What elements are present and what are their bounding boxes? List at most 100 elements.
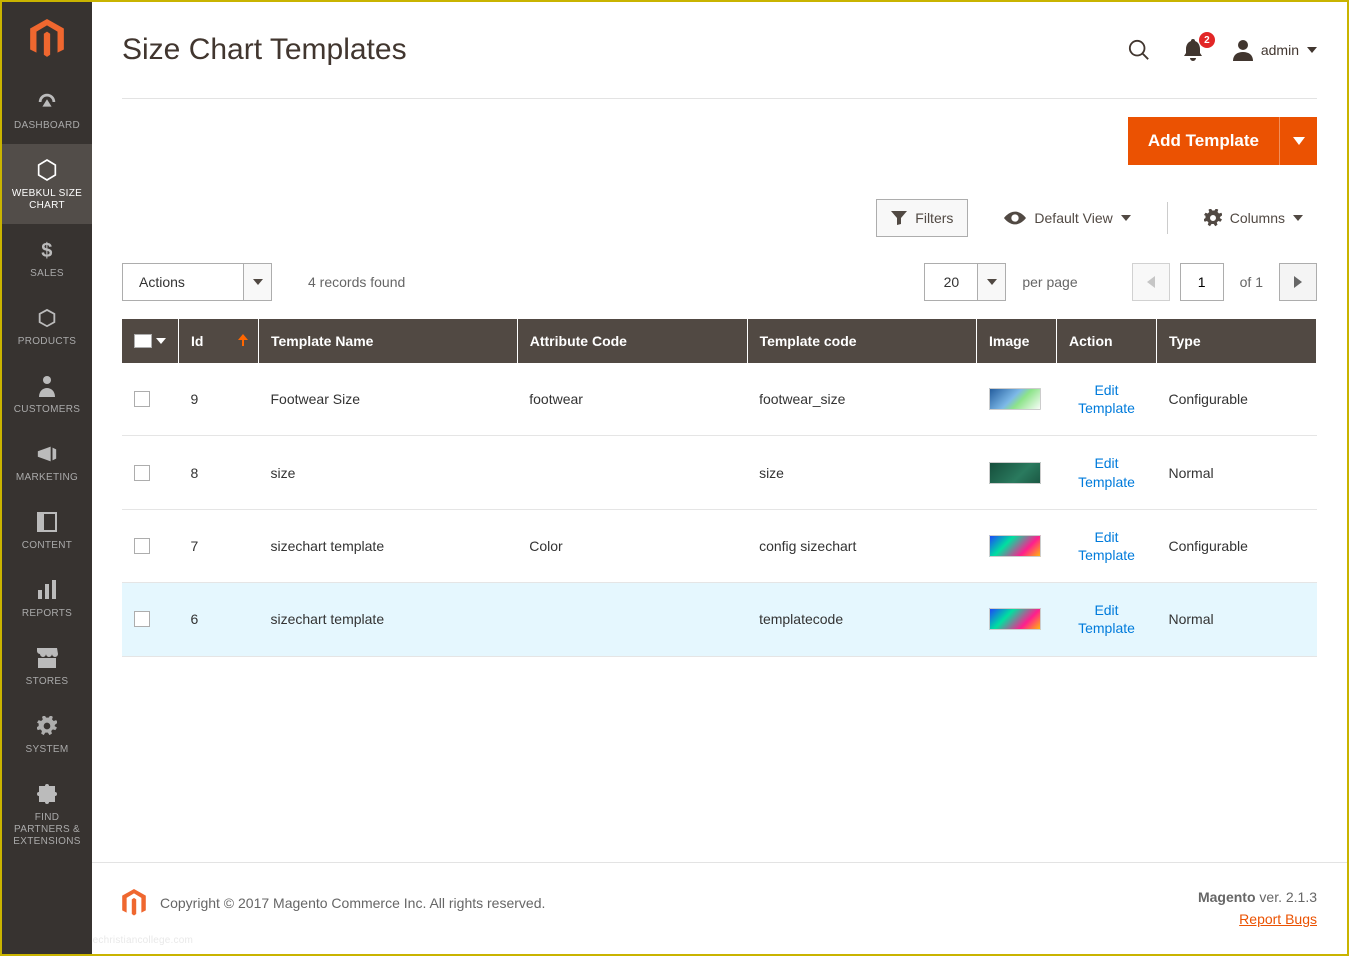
bar-chart-icon xyxy=(37,578,57,602)
main-content: Size Chart Templates 2 admin Ad xyxy=(92,2,1347,862)
nav-label: SALES xyxy=(30,268,64,280)
page-title: Size Chart Templates xyxy=(122,33,1125,67)
nav-customers[interactable]: CUSTOMERS xyxy=(2,360,92,428)
nav-label: DASHBOARD xyxy=(14,120,80,132)
dollar-icon: $ xyxy=(40,238,54,262)
edit-template-link[interactable]: Edit Template xyxy=(1069,381,1145,417)
pagination: 20 per page of 1 xyxy=(924,263,1317,301)
funnel-icon xyxy=(891,211,907,225)
thumbnail-image xyxy=(989,388,1041,410)
nav-webkul-size-chart[interactable]: WEBKUL SIZE CHART xyxy=(2,144,92,224)
row-checkbox[interactable] xyxy=(134,611,150,627)
nav-label: WEBKUL SIZE CHART xyxy=(6,188,88,212)
thumbnail-image xyxy=(989,535,1041,557)
edit-template-link[interactable]: Edit Template xyxy=(1069,454,1145,490)
page-size-value: 20 xyxy=(924,263,978,301)
grid-body: 9 Footwear Size footwear footwear_size E… xyxy=(122,363,1317,656)
chevron-right-icon xyxy=(1294,276,1302,288)
col-attribute-code[interactable]: Attribute Code xyxy=(517,319,747,363)
svg-text:$: $ xyxy=(41,240,52,261)
page-footer: Copyright © 2017 Magento Commerce Inc. A… xyxy=(92,862,1347,937)
row-checkbox[interactable] xyxy=(134,465,150,481)
nav-find-partners[interactable]: FIND PARTNERS & EXTENSIONS xyxy=(2,768,92,860)
grid-controls: Actions 4 records found 20 per page of 1 xyxy=(122,263,1317,319)
row-checkbox[interactable] xyxy=(134,538,150,554)
nav-system[interactable]: SYSTEM xyxy=(2,700,92,768)
cell-type: Normal xyxy=(1157,436,1317,509)
col-select[interactable] xyxy=(122,319,179,363)
nav-marketing[interactable]: MARKETING xyxy=(2,428,92,496)
mass-actions-label: Actions xyxy=(123,264,243,300)
col-template-name[interactable]: Template Name xyxy=(259,319,518,363)
edit-template-link[interactable]: Edit Template xyxy=(1069,528,1145,564)
cell-name: size xyxy=(259,436,518,509)
page-size-caret xyxy=(978,263,1006,301)
next-page-button[interactable] xyxy=(1279,263,1317,301)
per-page-label: per page xyxy=(1022,274,1077,290)
notifications-badge: 2 xyxy=(1199,32,1215,48)
prev-page-button[interactable] xyxy=(1132,263,1170,301)
cell-id: 6 xyxy=(179,583,259,656)
cell-name: sizechart template xyxy=(259,583,518,656)
toolbar-divider xyxy=(1167,202,1168,234)
col-image[interactable]: Image xyxy=(977,319,1057,363)
cell-attr xyxy=(517,436,747,509)
cell-attr xyxy=(517,583,747,656)
chevron-down-icon xyxy=(1293,213,1303,223)
sort-asc-icon xyxy=(238,333,248,349)
notifications-button[interactable]: 2 xyxy=(1179,36,1207,64)
page-header: Size Chart Templates 2 admin xyxy=(122,2,1317,98)
user-menu[interactable]: admin xyxy=(1233,39,1317,61)
magento-logo[interactable] xyxy=(2,2,92,76)
table-row[interactable]: 6 sizechart template templatecode Edit T… xyxy=(122,583,1317,656)
nav-reports[interactable]: REPORTS xyxy=(2,564,92,632)
col-id[interactable]: Id xyxy=(179,319,259,363)
cell-type: Configurable xyxy=(1157,363,1317,436)
megaphone-icon xyxy=(36,442,58,466)
table-row[interactable]: 8 size size Edit Template Normal xyxy=(122,436,1317,509)
chevron-down-icon xyxy=(987,279,997,285)
col-template-code[interactable]: Template code xyxy=(747,319,976,363)
page-size-select[interactable]: 20 xyxy=(924,263,1006,301)
filters-label: Filters xyxy=(915,210,953,226)
default-view-button[interactable]: Default View xyxy=(990,199,1144,237)
default-view-label: Default View xyxy=(1034,210,1112,226)
nav-sales[interactable]: $ SALES xyxy=(2,224,92,292)
chevron-down-icon xyxy=(253,279,263,285)
add-template-dropdown[interactable] xyxy=(1279,117,1317,165)
nav-label: FIND PARTNERS & EXTENSIONS xyxy=(6,812,88,848)
nav-products[interactable]: PRODUCTS xyxy=(2,292,92,360)
nav-stores[interactable]: STORES xyxy=(2,632,92,700)
col-type[interactable]: Type xyxy=(1157,319,1317,363)
nav-dashboard[interactable]: DASHBOARD xyxy=(2,76,92,144)
cell-code: config sizechart xyxy=(747,509,976,582)
table-row[interactable]: 7 sizechart template Color config sizech… xyxy=(122,509,1317,582)
cell-code: size xyxy=(747,436,976,509)
gear-icon xyxy=(1204,209,1222,227)
add-template-button[interactable]: Add Template xyxy=(1128,117,1279,165)
filters-button[interactable]: Filters xyxy=(876,199,968,237)
cell-name: sizechart template xyxy=(259,509,518,582)
mass-actions-caret xyxy=(243,264,271,300)
columns-label: Columns xyxy=(1230,210,1285,226)
chevron-left-icon xyxy=(1147,276,1155,288)
add-template-split-button: Add Template xyxy=(1128,117,1317,165)
mass-actions-select[interactable]: Actions xyxy=(122,263,272,301)
hexagon-icon xyxy=(37,158,57,182)
col-action[interactable]: Action xyxy=(1057,319,1157,363)
gear-icon xyxy=(37,714,57,738)
nav-content[interactable]: CONTENT xyxy=(2,496,92,564)
table-row[interactable]: 9 Footwear Size footwear footwear_size E… xyxy=(122,363,1317,436)
cell-attr: Color xyxy=(517,509,747,582)
page-input[interactable] xyxy=(1180,263,1224,301)
columns-button[interactable]: Columns xyxy=(1190,199,1317,237)
select-all-checkbox[interactable] xyxy=(134,334,166,348)
cell-id: 9 xyxy=(179,363,259,436)
search-button[interactable] xyxy=(1125,36,1153,64)
cell-name: Footwear Size xyxy=(259,363,518,436)
edit-template-link[interactable]: Edit Template xyxy=(1069,601,1145,637)
eye-icon xyxy=(1004,211,1026,225)
report-bugs-link[interactable]: Report Bugs xyxy=(1239,911,1317,927)
row-checkbox[interactable] xyxy=(134,391,150,407)
chevron-down-icon xyxy=(1293,137,1305,145)
